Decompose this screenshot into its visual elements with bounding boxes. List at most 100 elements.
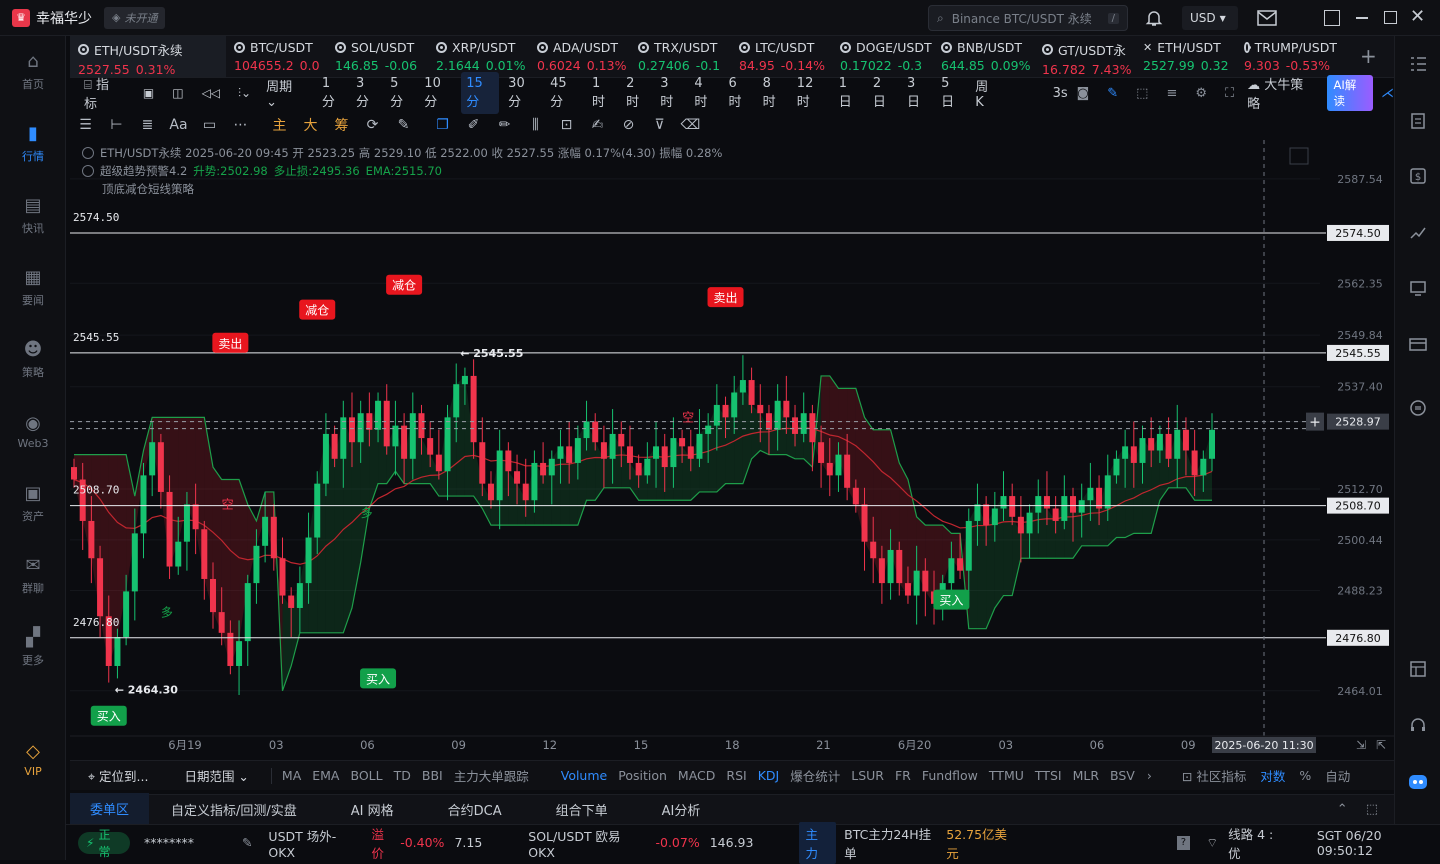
nav-item-5[interactable]: ◉ Web3 <box>0 396 66 468</box>
price-chart[interactable]: 2574.50 2574.50 2545.55 2545.55 2508.70 2508.… <box>70 140 1394 756</box>
maximize-icon[interactable] <box>1384 11 1397 24</box>
indicator-15[interactable]: TTMU <box>989 768 1024 783</box>
timeframe-2[interactable]: 5分 <box>385 72 415 114</box>
document-icon[interactable] <box>1407 110 1429 132</box>
pencil-icon[interactable]: ✎ <box>1107 86 1118 101</box>
route-label[interactable]: 线路 4 : 优 <box>1228 824 1289 862</box>
timeframe-18[interactable]: 周K <box>970 72 1000 114</box>
more-icon[interactable]: ⋯ <box>225 110 256 140</box>
percent-toggle[interactable]: % <box>1299 768 1311 783</box>
ruler-icon[interactable]: ▭ <box>194 110 225 140</box>
scale-lock-icon[interactable]: ⇲ <box>1356 738 1366 752</box>
date-range-select[interactable]: 日期范围 ⌄ <box>184 766 248 785</box>
layout-icon[interactable] <box>1407 658 1429 680</box>
ticker-tab[interactable]: XRP/USDT 2.1644 0.01% <box>428 36 529 77</box>
bars-icon[interactable]: ⫼ <box>520 110 551 140</box>
indicator-16[interactable]: TTSI <box>1035 768 1062 783</box>
period-select[interactable]: 周期 ⌄ <box>266 76 305 110</box>
timeframe-15[interactable]: 2日 <box>868 72 898 114</box>
indicator-17[interactable]: MLR <box>1073 768 1099 783</box>
timeframe-7[interactable]: 1时 <box>587 72 617 114</box>
lines-icon[interactable]: ☰ <box>70 110 101 140</box>
copy-icon[interactable]: ❐ <box>427 110 458 140</box>
indicator-18[interactable]: BSV <box>1110 768 1135 783</box>
fullscreen-icon[interactable]: ⛶ <box>1225 86 1234 101</box>
pen-icon[interactable]: ✐ <box>458 110 489 140</box>
y-axis[interactable]: 2587.54 2562.35 2549.84 2537.40 2512.70 2500.… <box>1337 173 1383 698</box>
edit-icon[interactable]: ✎ <box>242 835 252 850</box>
timeframe-17[interactable]: 5日 <box>936 72 966 114</box>
chart-canvas[interactable]: 2574.50 2574.50 2545.55 2545.55 2508.70 2508.… <box>70 140 1394 756</box>
indicator-13[interactable]: FR <box>895 768 911 783</box>
chevron-right-icon[interactable]: › <box>1147 768 1152 783</box>
indicator-1[interactable]: EMA <box>312 768 339 783</box>
collapse-icon[interactable] <box>82 165 94 177</box>
add-tab-icon[interactable]: + <box>1360 44 1377 68</box>
ticker-tab[interactable]: SOL/USDT 146.85 -0.06 <box>327 36 428 77</box>
timeframe-4[interactable]: 15分 <box>461 72 500 114</box>
timeframe-8[interactable]: 2时 <box>621 72 651 114</box>
log-scale-toggle[interactable]: 对数 <box>1260 766 1285 785</box>
nav-item-2[interactable]: ▤ 快讯 <box>0 180 66 252</box>
nav-item-0[interactable]: ⌂ 首页 <box>0 36 66 108</box>
auto-scale-toggle[interactable]: 自动 <box>1325 766 1350 785</box>
marker-icon[interactable]: ✏ <box>489 110 520 140</box>
collapse-icon[interactable] <box>82 147 94 159</box>
watchlist-icon[interactable] <box>1407 53 1429 75</box>
timeframe-10[interactable]: 4时 <box>689 72 719 114</box>
expand-icon[interactable]: ⬚ <box>1136 86 1148 101</box>
search-input[interactable]: Binance BTC/USDT 永续 <box>952 10 1100 27</box>
exchange-icon[interactable] <box>1407 397 1429 419</box>
bottom-tab-0[interactable]: 委单区 <box>70 793 150 826</box>
card-icon[interactable] <box>1407 333 1429 355</box>
bottom-tab-4[interactable]: 组合下单 <box>536 794 628 825</box>
nav-item-7[interactable]: ✉ 群聊 <box>0 540 66 612</box>
scale-expand-icon[interactable]: ⇱ <box>1376 738 1386 752</box>
ticker-tab[interactable]: GT/USDT永 16.782 7.43% <box>1034 36 1135 77</box>
filter-icon[interactable]: ⊽ <box>644 110 675 140</box>
popout-icon[interactable] <box>1324 10 1340 26</box>
strategy-select[interactable]: ☁ 大牛策略 <box>1247 74 1312 112</box>
nav-item-3[interactable]: ▦ 要闻 <box>0 252 66 324</box>
minimize-icon[interactable] <box>1356 17 1368 19</box>
monitor-icon[interactable] <box>1407 277 1429 299</box>
x-axis[interactable]: 6月19 03 06 09 12 15 18 21 6月20 03 06 09 <box>70 735 1394 752</box>
share-icon[interactable]: ⋌ <box>1381 86 1394 101</box>
edit-icon[interactable]: ✍ <box>582 110 613 140</box>
indicator-11[interactable]: 爆仓统计 <box>790 766 840 785</box>
bottom-tab-3[interactable]: 合约DCA <box>428 794 522 825</box>
magnet-icon[interactable]: ⊘ <box>613 110 644 140</box>
mail-icon[interactable] <box>1256 9 1278 27</box>
main-indicator-button[interactable]: 主 <box>264 110 295 140</box>
split-icon[interactable]: ◫ <box>172 86 183 100</box>
ticker-tab[interactable]: BTC/USDT 104655.2 0.0 <box>226 36 327 77</box>
timeframe-0[interactable]: 1分 <box>317 72 347 114</box>
ticker-tab[interactable]: ETH/USDT永续 2527.55 0.31% <box>70 36 226 77</box>
help-icon[interactable]: ? <box>1176 835 1191 850</box>
ticker-tab[interactable]: BNB/USDT 644.85 0.09% <box>933 36 1034 77</box>
brush-icon[interactable]: ✎ <box>388 110 419 140</box>
ticker-tab[interactable]: ADA/USDT 0.6024 0.13% <box>529 36 630 77</box>
indicator-9[interactable]: RSI <box>726 768 746 783</box>
ticker-tab[interactable]: LTC/USDT 84.95 -0.14% <box>731 36 832 77</box>
timeframe-14[interactable]: 1日 <box>834 72 864 114</box>
camera-icon[interactable]: ◙ <box>1077 86 1090 101</box>
indicator-4[interactable]: BBI <box>422 768 443 783</box>
search-box[interactable]: ⌕ Binance BTC/USDT 永续 / <box>928 5 1128 31</box>
timeframe-5[interactable]: 30分 <box>503 72 541 114</box>
community-indicator-button[interactable]: ⊡ 社区指标 <box>1182 766 1246 785</box>
bottom-tab-2[interactable]: AI 网格 <box>331 794 414 825</box>
locate-button[interactable]: ⌖ 定位到... <box>88 766 148 785</box>
connection-status[interactable]: ⚡ 正常 <box>78 828 130 859</box>
account-status-badge[interactable]: ◈ 未开通 <box>104 6 166 29</box>
bell-icon[interactable] <box>1144 8 1164 28</box>
text-tool[interactable]: Aa <box>163 110 194 140</box>
indicator-10[interactable]: KDJ <box>758 768 780 783</box>
ticker-tab[interactable]: ✕ ETH/USDT 2527.99 0.32 <box>1135 36 1236 77</box>
nav-item-9[interactable]: ◇ VIP <box>0 724 66 796</box>
timeframe-13[interactable]: 12时 <box>792 72 830 114</box>
replay-icon[interactable]: ⟳ <box>357 110 388 140</box>
ticker-tab[interactable]: DOGE/USDT 0.17022 -0.3 <box>832 36 933 77</box>
settings-icon[interactable]: ⚙ <box>1195 86 1207 101</box>
close-icon[interactable]: ✕ <box>1410 6 1425 27</box>
